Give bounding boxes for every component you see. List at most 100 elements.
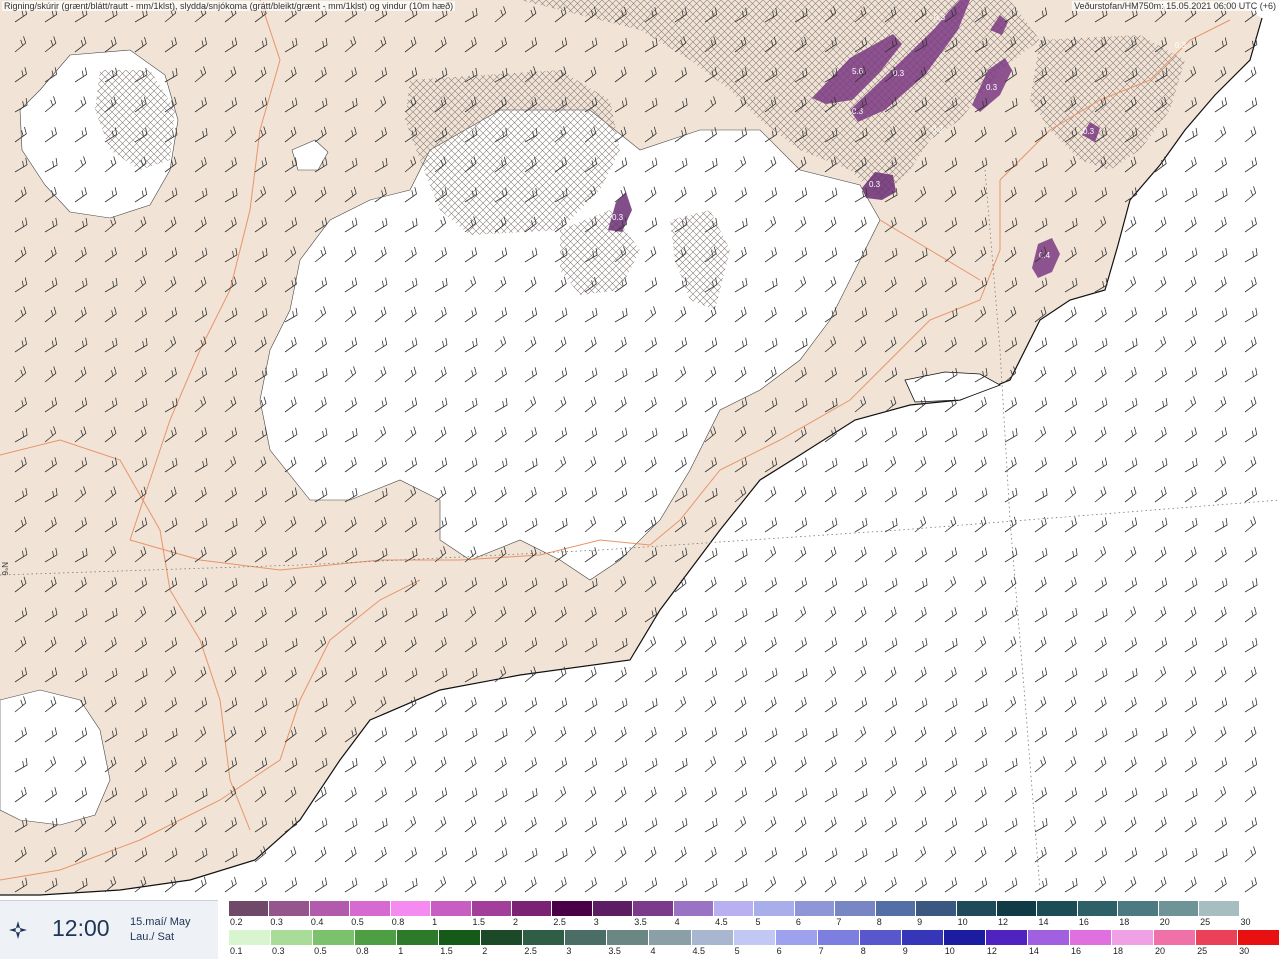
snow-scale-label: 8	[876, 917, 882, 927]
rain-scale-swatch	[271, 930, 314, 945]
snow-scale-label: 2	[512, 917, 518, 927]
forecast-time: 12:00	[52, 915, 110, 941]
snow-scale-swatch	[471, 901, 512, 916]
snow-scale-swatch	[835, 901, 876, 916]
forecast-weekday: Lau./ Sat	[130, 931, 175, 943]
rain-scale-swatch	[607, 930, 650, 945]
rain-scale-swatch	[1069, 930, 1112, 945]
rain-scale-label: 1.5	[440, 946, 453, 956]
map-title: Rigning/skúrir (grænt/blátt/rautt - mm/1…	[2, 1, 456, 11]
snow-scale-swatch	[592, 901, 634, 916]
latitude-label: N°6	[0, 562, 9, 576]
rain-scale-label: 6	[776, 946, 782, 956]
rain-scale-swatch	[943, 930, 986, 945]
forecast-date: 15.maí/ May	[130, 916, 191, 928]
snow-scale-label: 4	[674, 917, 680, 927]
rain-scale-swatch	[1196, 930, 1239, 945]
snow-scale-swatch	[1077, 901, 1119, 916]
rain-scale-swatch	[985, 930, 1028, 945]
rain-scale-label: 0.5	[314, 946, 327, 956]
rain-scale-swatch	[901, 930, 944, 945]
snow-scale-label: 0.8	[391, 917, 405, 927]
snow-scale-swatch	[1037, 901, 1078, 916]
rain-scale-swatch	[439, 930, 482, 945]
legend-panel: 12:00 15.maí/ May Lau./ Sat 0.2 0.3 0.4 0.5…	[0, 900, 1280, 959]
rain-scale-label: 1	[398, 946, 404, 956]
rain-scale-label: 16	[1070, 946, 1081, 956]
weather-map[interactable]: 5.6 0.3 0.3 0.3 0.3 0.3 0.3 0.3 0.3 0.4 …	[0, 0, 1280, 900]
rain-scale-swatch	[1111, 930, 1155, 945]
snow-scale-swatch	[1118, 901, 1159, 916]
rain-scale-swatch	[313, 930, 356, 945]
snow-scale-swatch	[309, 901, 351, 916]
rain-scale-label: 2	[482, 946, 488, 956]
snow-scale-swatch	[916, 901, 957, 916]
rain-scale-label: 3.5	[608, 946, 621, 956]
snow-scale-swatch	[511, 901, 553, 916]
rain-scale-label: 0.8	[356, 946, 369, 956]
snow-scale-label: 6	[795, 917, 801, 927]
rain-scale-label: 0.3	[272, 946, 285, 956]
rain-scale-swatch	[859, 930, 902, 945]
rain-scale-label: 30	[1239, 946, 1250, 956]
snow-scale-label: 0.5	[351, 917, 364, 927]
rain-scale-label: 18	[1112, 946, 1123, 956]
snow-scale-label: 10	[957, 917, 968, 927]
snow-scale-label: 1	[432, 917, 438, 927]
snow-scale-swatch	[350, 901, 391, 916]
snow-scale-swatch	[1199, 901, 1240, 916]
precip-label: 5.6	[852, 67, 864, 76]
rain-scale-label: 14	[1028, 946, 1039, 956]
snow-scale-label: 14	[1038, 917, 1049, 927]
rain-scale-swatch	[691, 930, 734, 945]
rain-scale-swatch	[817, 930, 860, 945]
snow-scale-swatch	[431, 901, 472, 916]
snow-scale-swatch	[1239, 901, 1280, 916]
precip-label: 0.3	[932, 125, 944, 134]
snow-scale-label: 16	[1078, 917, 1089, 927]
rain-scale-label: 3	[566, 946, 572, 956]
rain-scale-label: 20	[1155, 946, 1166, 956]
rain-scale-label: 12	[986, 946, 997, 956]
snow-scale-label: 4.5	[715, 917, 728, 927]
rain-scale-swatch	[481, 930, 524, 945]
snow-scale-swatch	[875, 901, 917, 916]
rain-scale-swatch	[565, 930, 608, 945]
snow-scale-label: 30	[1240, 917, 1251, 927]
snow-scale-swatch	[997, 901, 1038, 916]
rain-scale-label: 9	[902, 946, 908, 956]
precip-label: 0.3	[986, 83, 998, 92]
rain-scale-label: 4	[650, 946, 656, 956]
precip-label: 0.3	[934, 13, 946, 22]
rain-scale-swatch	[1027, 930, 1070, 945]
snow-scale-label: 1.5	[472, 917, 486, 927]
snow-scale-label: 0.3	[270, 917, 283, 927]
precip-label: 0.3	[852, 107, 864, 116]
snow-scale-swatch	[552, 901, 593, 916]
rain-color-scale: 0.1 0.3 0.5 0.8 1 1.5 2 2.5 3 3.5 4 4.5 5 6 7 8 9 10 12 14 1…	[229, 929, 1280, 958]
rain-scale-swatch	[1238, 930, 1280, 945]
snow-scale-label: 3	[593, 917, 599, 927]
rain-scale-label: 8	[860, 946, 866, 956]
rain-scale-label: 4.5	[692, 946, 706, 956]
snow-scale-swatch	[714, 901, 755, 916]
snow-scale-swatch	[1158, 901, 1200, 916]
model-run-info: Veðurstofan/HM750m: 15.05.2021 06:00 UTC…	[1072, 1, 1278, 11]
snow-scale-label: 9	[917, 917, 923, 927]
snow-scale-label: 0.2	[230, 917, 243, 927]
snow-scale-swatch	[390, 901, 432, 916]
snow-scale-label: 18	[1119, 917, 1130, 927]
snow-scale-swatch	[794, 901, 836, 916]
rain-scale-label: 5	[734, 946, 740, 956]
snow-scale-swatch	[754, 901, 795, 916]
snow-scale-label: 7	[836, 917, 842, 927]
snow-color-scale: 0.2 0.3 0.4 0.5 0.8 1 1.5 2 2.5 3 3.5 4 4.5 5 6 7 8 9 10 12…	[229, 900, 1280, 929]
snow-scale-swatch	[673, 901, 715, 916]
precip-label: 0.3	[1175, 41, 1187, 50]
compass-rose-icon	[9, 921, 27, 939]
snow-scale-swatch	[633, 901, 674, 916]
rain-scale-label: 7	[818, 946, 824, 956]
rain-scale-label: 2.5	[524, 946, 537, 956]
rain-scale-label: 25	[1197, 946, 1208, 956]
precip-label: 0.4	[1039, 251, 1051, 260]
